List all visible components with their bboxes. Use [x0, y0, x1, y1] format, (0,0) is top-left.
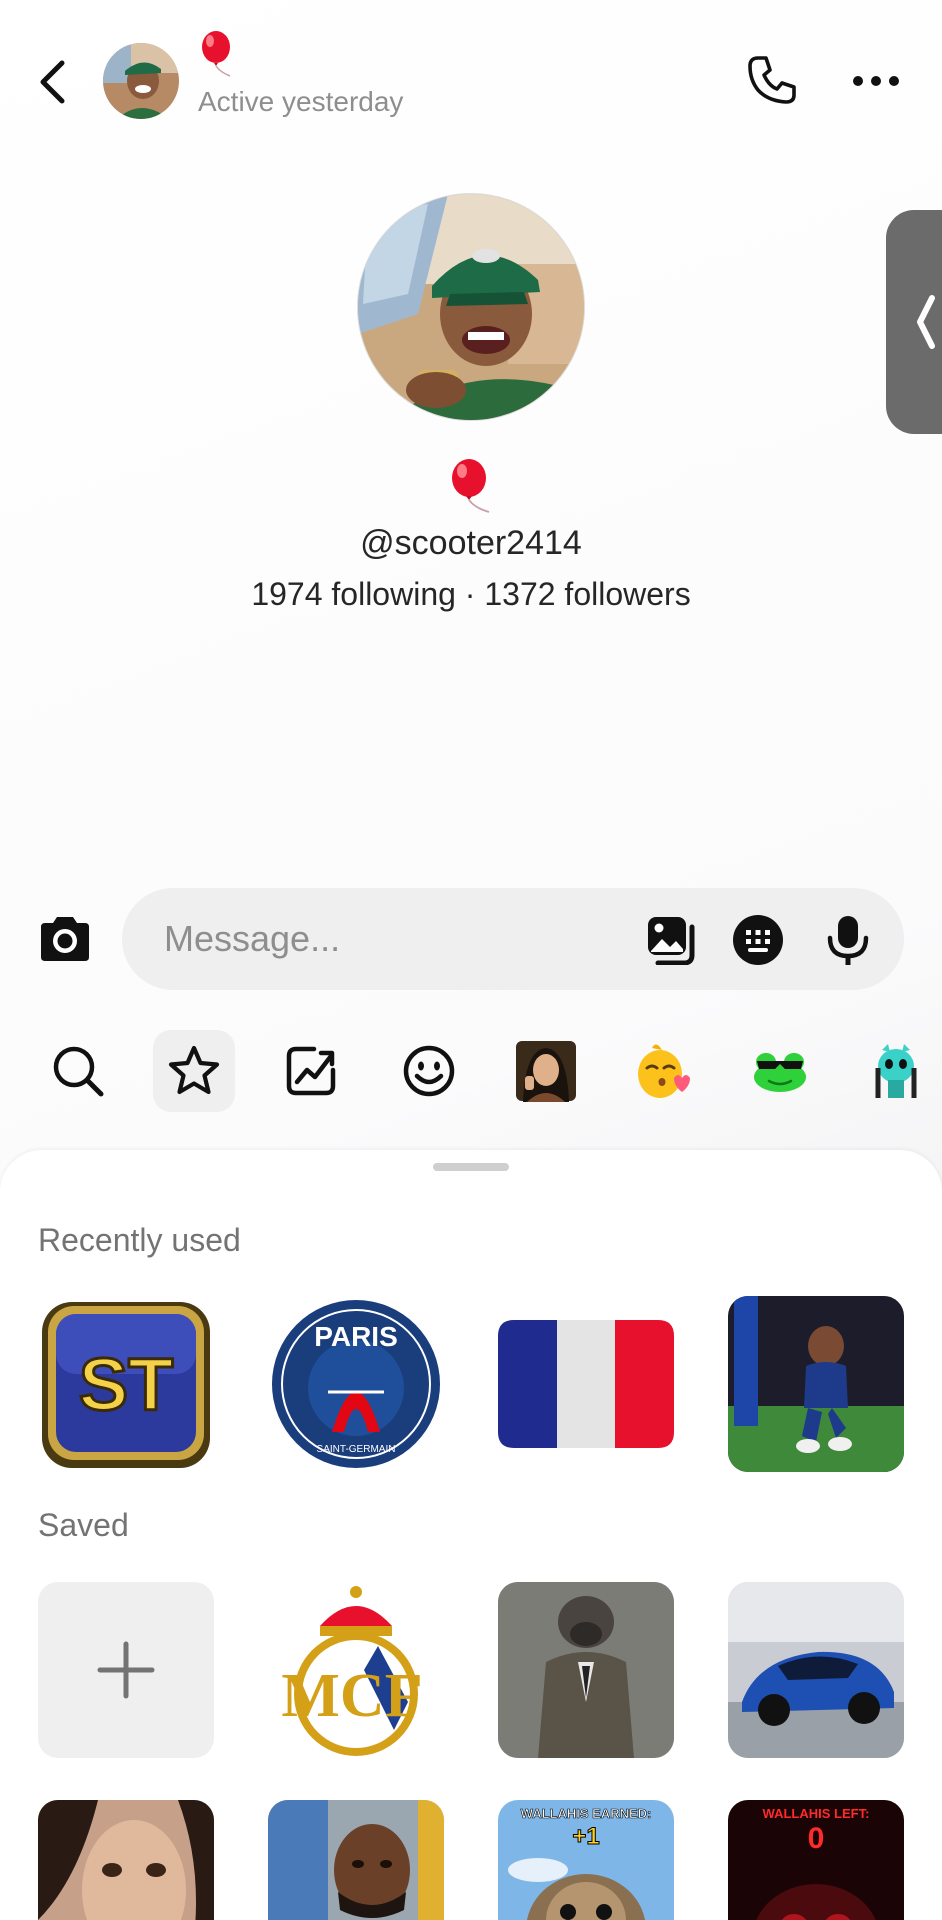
sheet-drag-handle[interactable] — [433, 1163, 509, 1171]
message-composer — [122, 888, 904, 990]
chevron-left-icon — [917, 295, 935, 349]
active-status: Active yesterday — [198, 86, 404, 117]
man-selfie-sticker[interactable] — [268, 1800, 444, 1920]
profile-follow-stats: 1974 following · 1372 followers — [251, 576, 691, 612]
saved-title: Saved — [38, 1507, 129, 1543]
profile-username: @scooter2414 — [360, 524, 582, 562]
chevron-left-icon — [40, 60, 65, 104]
voice-button[interactable] — [820, 912, 876, 968]
smiley-icon — [403, 1045, 455, 1097]
gallery-button[interactable] — [644, 912, 700, 968]
message-input[interactable] — [164, 908, 604, 970]
profile-avatar[interactable] — [357, 193, 585, 421]
camera-button[interactable] — [36, 910, 94, 968]
phone-icon — [748, 56, 796, 104]
tab-favorites[interactable] — [153, 1030, 235, 1112]
star-icon — [168, 1045, 220, 1095]
suited-figure-sticker[interactable] — [498, 1582, 674, 1758]
sticker-button[interactable] — [730, 912, 786, 968]
tab-kiss-emoji[interactable] — [622, 1030, 704, 1112]
header-avatar[interactable] — [103, 43, 179, 119]
frog-sticker — [754, 1053, 806, 1092]
recently-used-title: Recently used — [38, 1222, 241, 1258]
trending-icon — [286, 1046, 336, 1096]
psg-crest-subtext: SAINT-GERMAIN — [317, 1444, 396, 1455]
plus-icon — [97, 1641, 155, 1699]
tab-emoji[interactable] — [388, 1030, 470, 1112]
france-flag-sticker[interactable] — [498, 1296, 674, 1472]
more-horizontal-icon — [853, 76, 899, 86]
sticker-sheet: Recently used ST PARIS SAINT-GERMAIN Sav… — [0, 1150, 942, 1920]
chat-header: Active yesterday — [0, 0, 942, 160]
st-logo-sticker[interactable]: ST — [38, 1296, 214, 1472]
tab-avatar-sticker[interactable] — [505, 1030, 587, 1112]
selfie-sticker — [516, 1041, 576, 1102]
woman-face-sticker[interactable] — [38, 1800, 214, 1920]
svg-text:MCF: MCF — [281, 1662, 422, 1730]
dog-earned-text: WALLAHIS EARNED: — [521, 1806, 652, 1821]
st-logo-text: ST — [79, 1343, 174, 1426]
monster-sticker — [875, 1044, 917, 1098]
call-button[interactable] — [744, 52, 800, 108]
dog-earned-value: +1 — [572, 1823, 599, 1850]
camera-icon — [41, 917, 89, 961]
kiss-emoji-sticker — [638, 1044, 690, 1098]
real-madrid-crest-sticker[interactable]: MCF — [268, 1582, 444, 1758]
tab-search[interactable] — [37, 1030, 119, 1112]
add-sticker-button[interactable] — [38, 1582, 214, 1758]
dog-left-sticker[interactable]: WALLAHIS LEFT: 0 — [728, 1800, 904, 1920]
search-icon — [53, 1046, 104, 1097]
dog-left-text: WALLAHIS LEFT: — [763, 1806, 870, 1821]
psg-crest-sticker[interactable]: PARIS SAINT-GERMAIN — [268, 1296, 444, 1472]
sticker-category-tabs — [0, 1030, 942, 1112]
sticker-icon — [733, 915, 783, 965]
gallery-icon — [648, 917, 695, 965]
psg-crest-text: PARIS — [314, 1321, 398, 1352]
back-button[interactable] — [30, 55, 74, 109]
side-panel-handle[interactable] — [886, 210, 942, 434]
balloon-icon — [196, 30, 236, 78]
dog-left-value: 0 — [808, 1822, 825, 1855]
dog-earned-sticker[interactable]: WALLAHIS EARNED: +1 — [498, 1800, 674, 1920]
football-player-sticker[interactable] — [728, 1296, 904, 1472]
tab-frog-sticker[interactable] — [739, 1030, 821, 1112]
blue-supercar-sticker[interactable] — [728, 1582, 904, 1758]
tab-monster-sticker[interactable] — [855, 1030, 937, 1112]
tab-trending[interactable] — [270, 1030, 352, 1112]
more-options-button[interactable] — [848, 58, 904, 104]
microphone-icon — [827, 916, 869, 965]
balloon-icon — [445, 458, 495, 514]
